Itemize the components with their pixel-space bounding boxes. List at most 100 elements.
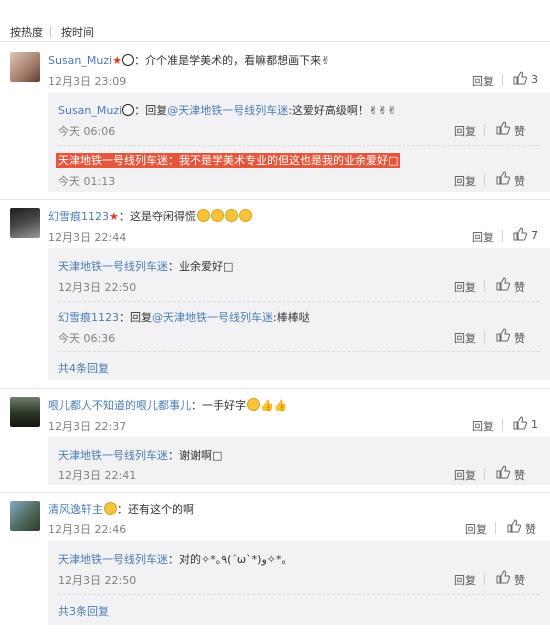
reply-author[interactable]: 天津地铁一号线列车迷 bbox=[58, 260, 168, 273]
like-button[interactable]: 赞 bbox=[514, 173, 525, 189]
more-replies-link[interactable]: 共3条回复 bbox=[58, 603, 109, 619]
reply-line: Susan_Muzi ：回复@天津地铁一号线列车迷:这爱好高级啊！✌✌✌ bbox=[58, 102, 397, 118]
thumbs-up-icon[interactable] bbox=[507, 519, 521, 533]
reply-time: 今天 01:13 bbox=[58, 175, 116, 188]
tab-time[interactable]: 按时间 bbox=[61, 24, 94, 40]
reply-button[interactable]: 回复 bbox=[454, 173, 476, 189]
divider bbox=[484, 174, 485, 186]
reply-author[interactable]: 天津地铁一号线列车迷 bbox=[58, 449, 168, 462]
like-button[interactable]: 赞 bbox=[514, 279, 525, 295]
reply-text: ：对的✧*｡٩(ˊωˋ*)و✧*｡ bbox=[168, 553, 287, 566]
avatar[interactable] bbox=[10, 501, 40, 531]
sort-tabs: 按热度 按时间 bbox=[0, 0, 550, 42]
tab-divider bbox=[50, 26, 51, 38]
emoji-icon bbox=[238, 209, 252, 222]
reply-line: 天津地铁一号线列车迷：我不是学美术专业的但这也是我的业余爱好□ bbox=[56, 152, 401, 168]
star-icon: ★ bbox=[112, 54, 123, 67]
comment-line: Susan_Muzi★ ：介个准是学美术的，看嘛都想画下来✌ bbox=[48, 52, 330, 68]
comment-line: 哏儿都人不知道的哏儿都事儿：一手好字 👍👍 bbox=[48, 397, 287, 413]
comment-time: 12月3日 23:09 bbox=[48, 75, 127, 88]
reply-text: ：业余爱好□ bbox=[168, 260, 234, 273]
commenter-name[interactable]: 清风逸轩主 bbox=[48, 503, 103, 516]
tab-hot[interactable]: 按热度 bbox=[10, 24, 43, 40]
divider bbox=[0, 492, 550, 493]
like-count: 1 bbox=[531, 418, 538, 431]
reply-button[interactable]: 回复 bbox=[454, 572, 476, 588]
avatar[interactable] bbox=[10, 52, 40, 82]
reply-text: ：我不是学美术专业的但这也是我的业余爱好□ bbox=[168, 154, 399, 167]
thumbs-up-icon[interactable] bbox=[496, 328, 510, 342]
like-count: 3 bbox=[531, 73, 538, 86]
reply-text: :棒棒哒 bbox=[273, 311, 310, 324]
like-button[interactable]: 赞 bbox=[514, 572, 525, 588]
comment-text: ：一手好字 bbox=[191, 399, 246, 412]
highlighted-reply: 天津地铁一号线列车迷：我不是学美术专业的但这也是我的业余爱好□ bbox=[56, 153, 401, 168]
like-count: 7 bbox=[531, 229, 538, 242]
reply-button[interactable]: 回复 bbox=[454, 467, 476, 483]
thumbs-up-emoji-icon: 👍👍 bbox=[260, 399, 288, 412]
emoji-icon bbox=[196, 209, 210, 222]
reply-line: 天津地铁一号线列车迷：业余爱好□ bbox=[58, 258, 233, 274]
reply-author[interactable]: 天津地铁一号线列车迷 bbox=[58, 154, 168, 167]
thumbs-up-icon[interactable] bbox=[496, 465, 510, 479]
reply-time: 12月3日 22:50 bbox=[58, 574, 137, 587]
like-button[interactable]: 赞 bbox=[514, 467, 525, 483]
divider bbox=[495, 522, 496, 534]
divider bbox=[484, 331, 485, 343]
mention-link[interactable]: @天津地铁一号线列车迷 bbox=[167, 104, 288, 117]
reply-author[interactable]: 幻雪痕1123 bbox=[58, 311, 119, 324]
thumbs-up-icon[interactable] bbox=[496, 171, 510, 185]
divider bbox=[58, 301, 540, 302]
thumbs-up-icon[interactable] bbox=[496, 570, 510, 584]
divider bbox=[484, 573, 485, 585]
divider bbox=[0, 199, 550, 200]
mention-link[interactable]: @天津地铁一号线列车迷 bbox=[152, 311, 273, 324]
reply-button[interactable]: 回复 bbox=[472, 418, 494, 434]
thumbs-up-icon[interactable] bbox=[513, 71, 527, 85]
reply-time: 今天 06:06 bbox=[58, 125, 116, 138]
thumbs-up-icon[interactable] bbox=[513, 227, 527, 241]
more-replies-link[interactable]: 共4条回复 bbox=[58, 360, 109, 376]
avatar[interactable] bbox=[10, 208, 40, 238]
reply-line: 天津地铁一号线列车迷：谢谢啊□ bbox=[58, 447, 222, 463]
divider bbox=[502, 419, 503, 431]
reply-button[interactable]: 回复 bbox=[454, 330, 476, 346]
commenter-name[interactable]: Susan_Muzi bbox=[48, 54, 112, 67]
commenter-name[interactable]: 哏儿都人不知道的哏儿都事儿 bbox=[48, 399, 191, 412]
comment-time: 12月3日 22:44 bbox=[48, 231, 127, 244]
reply-text: ：谢谢啊□ bbox=[168, 449, 223, 462]
like-button[interactable]: 赞 bbox=[514, 330, 525, 346]
emoji-icon bbox=[247, 398, 260, 411]
reply-author[interactable]: Susan_Muzi bbox=[58, 104, 122, 117]
reply-prefix: ：回复 bbox=[119, 311, 152, 324]
reply-button[interactable]: 回复 bbox=[454, 279, 476, 295]
divider bbox=[502, 230, 503, 242]
commenter-name[interactable]: 幻雪痕1123 bbox=[48, 210, 109, 223]
comment-text: ：还有这个的啊 bbox=[117, 503, 194, 516]
reply-time: 12月3日 22:41 bbox=[58, 469, 137, 482]
divider bbox=[484, 124, 485, 136]
reply-button[interactable]: 回复 bbox=[472, 229, 494, 245]
comment-time: 12月3日 22:37 bbox=[48, 420, 127, 433]
reply-line: 天津地铁一号线列车迷：对的✧*｡٩(ˊωˋ*)و✧*｡ bbox=[58, 551, 287, 567]
reply-time: 今天 06:36 bbox=[58, 332, 116, 345]
like-button[interactable]: 赞 bbox=[525, 521, 536, 537]
emoji-icon bbox=[104, 502, 117, 515]
comment-text: ：介个准是学美术的，看嘛都想画下来 bbox=[134, 54, 322, 67]
comment-time: 12月3日 22:46 bbox=[48, 523, 127, 536]
thumbs-up-icon[interactable] bbox=[513, 416, 527, 430]
like-button[interactable]: 赞 bbox=[514, 123, 525, 139]
panda-emoji-icon bbox=[122, 54, 135, 66]
comment-line: 幻雪痕1123★：这是夺闲得慌 bbox=[48, 208, 252, 224]
reply-line: 幻雪痕1123：回复@天津地铁一号线列车迷:棒棒哒 bbox=[58, 309, 310, 325]
divider bbox=[484, 280, 485, 292]
reply-button[interactable]: 回复 bbox=[454, 123, 476, 139]
thumbs-up-icon[interactable] bbox=[496, 121, 510, 135]
reply-button[interactable]: 回复 bbox=[472, 73, 494, 89]
thumbs-up-icon[interactable] bbox=[496, 277, 510, 291]
divider bbox=[58, 594, 540, 595]
avatar[interactable] bbox=[10, 397, 40, 427]
reply-author[interactable]: 天津地铁一号线列车迷 bbox=[58, 553, 168, 566]
reply-button[interactable]: 回复 bbox=[465, 521, 487, 537]
reply-prefix: ：回复 bbox=[134, 104, 168, 117]
